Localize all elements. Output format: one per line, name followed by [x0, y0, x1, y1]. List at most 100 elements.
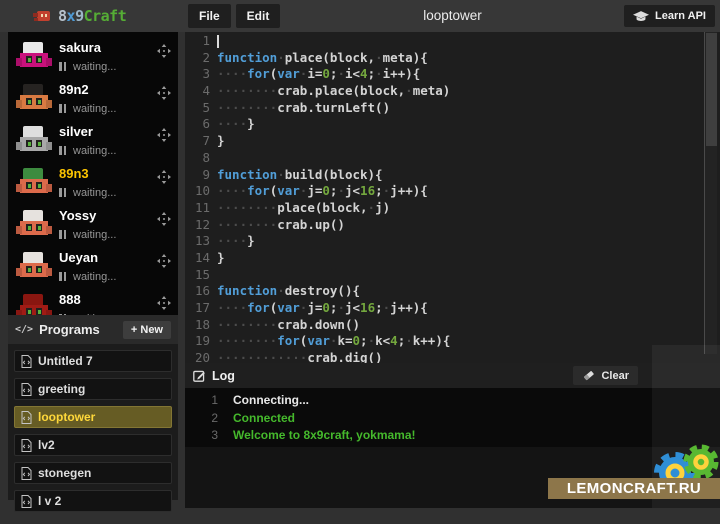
player-row[interactable]: Ueyan waiting... — [8, 247, 178, 289]
code-line-content: ····} — [217, 233, 255, 250]
program-item[interactable]: l v 2 — [14, 490, 172, 512]
log-header: Log Clear — [185, 363, 720, 388]
log-line: 3 Welcome to 8x9craft, yokmama! — [185, 427, 720, 445]
move-icon[interactable] — [157, 212, 171, 226]
player-status-text: waiting... — [73, 145, 116, 157]
player-row[interactable]: 89n2 waiting... — [8, 79, 178, 121]
line-number: 7 — [185, 133, 210, 150]
move-icon[interactable] — [157, 128, 171, 142]
program-item[interactable]: greeting — [14, 378, 172, 400]
program-item-label: greeting — [38, 382, 85, 396]
player-row[interactable]: silver waiting... — [8, 121, 178, 163]
players-list: sakura waiting... 89n2 waiting... — [8, 32, 178, 315]
code-line[interactable]: 13 ····} — [185, 233, 720, 250]
clear-log-button[interactable]: Clear — [573, 366, 638, 385]
code-line[interactable]: 20 ············crab.dig() — [185, 350, 720, 363]
program-file-icon — [21, 467, 32, 480]
code-line[interactable]: 8 — [185, 150, 720, 167]
program-item[interactable]: stonegen — [14, 462, 172, 484]
code-line[interactable]: 16 function·destroy(){ — [185, 283, 720, 300]
code-line[interactable]: 3 ····for(var·i=0;·i<4;·i++){ — [185, 66, 720, 83]
code-line[interactable]: 17 ····for(var·j=0;·j<16;·j++){ — [185, 300, 720, 317]
line-number: 15 — [185, 267, 210, 284]
player-status: waiting... — [59, 100, 116, 118]
green-gear-icon — [687, 448, 715, 476]
code-line[interactable]: 4 ········crab.place(block,·meta) — [185, 83, 720, 100]
code-line[interactable]: 14 } — [185, 250, 720, 267]
code-line-content: function·destroy(){ — [217, 283, 360, 300]
move-icon[interactable] — [157, 296, 171, 310]
player-name: Ueyan — [59, 250, 98, 265]
pause-icon — [59, 226, 68, 244]
pause-icon — [59, 100, 68, 118]
pause-icon — [59, 142, 68, 160]
code-editor[interactable]: 1 2 function·place(block,·meta){ 3 ····f… — [185, 32, 720, 363]
player-status-text: waiting... — [73, 229, 116, 241]
learn-api-button[interactable]: Learn API — [624, 5, 715, 27]
line-number: 1 — [185, 33, 210, 50]
top-bar: 8x9Craft File Edit looptower Learn API — [0, 0, 720, 32]
line-number: 2 — [185, 50, 210, 67]
code-line-content: function·place(block,·meta){ — [217, 50, 428, 67]
text-cursor — [217, 35, 219, 48]
player-row[interactable]: Yossy waiting... — [8, 205, 178, 247]
player-status-text: waiting... — [73, 271, 116, 283]
code-line[interactable]: 10 ····for(var·j=0;·j<16;·j++){ — [185, 183, 720, 200]
program-item-label: l v 2 — [38, 494, 61, 508]
line-number: 11 — [185, 200, 210, 217]
program-item[interactable]: lv2 — [14, 434, 172, 456]
player-status-text: waiting... — [73, 61, 116, 73]
learn-api-label: Learn API — [655, 10, 706, 22]
programs-panel: </> Programs + New Untitled 7 greeting l… — [8, 315, 178, 500]
program-item[interactable]: looptower — [14, 406, 172, 428]
code-line[interactable]: 19 ········for(var·k=0;·k<4;·k++){ — [185, 333, 720, 350]
program-item[interactable]: Untitled 7 — [14, 350, 172, 372]
code-line[interactable]: 2 function·place(block,·meta){ — [185, 50, 720, 67]
line-number: 8 — [185, 150, 210, 167]
move-icon[interactable] — [157, 44, 171, 58]
scrollbar-thumb[interactable] — [706, 33, 717, 146]
code-line[interactable]: 12 ········crab.up() — [185, 217, 720, 234]
player-avatar — [16, 294, 52, 315]
player-avatar — [16, 168, 52, 198]
line-number: 13 — [185, 233, 210, 250]
player-row[interactable]: 89n3 waiting... — [8, 163, 178, 205]
log-line: 2 Connected — [185, 410, 720, 428]
player-avatar — [16, 42, 52, 72]
log-line-number: 2 — [185, 410, 218, 428]
new-program-button[interactable]: + New — [123, 321, 171, 339]
player-row[interactable]: sakura waiting... — [8, 37, 178, 79]
code-line[interactable]: 18 ········crab.down() — [185, 317, 720, 334]
move-icon[interactable] — [157, 86, 171, 100]
editor-scrollbar[interactable] — [704, 32, 717, 354]
line-number: 16 — [185, 283, 210, 300]
code-line-content: ····} — [217, 116, 255, 133]
log-line-number: 3 — [185, 427, 218, 445]
move-icon[interactable] — [157, 170, 171, 184]
program-file-icon — [21, 495, 32, 508]
code-line-content: ········crab.turnLeft() — [217, 100, 390, 117]
log-title: Log — [212, 369, 235, 383]
line-number: 6 — [185, 116, 210, 133]
player-status: waiting... — [59, 142, 116, 160]
code-line-content: ············crab.dig() — [217, 350, 383, 363]
app-logo-part: 9 — [75, 7, 84, 25]
code-line[interactable]: 7 } — [185, 133, 720, 150]
code-line[interactable]: 1 — [185, 33, 720, 50]
move-icon[interactable] — [157, 254, 171, 268]
player-status-text: waiting... — [73, 103, 116, 115]
code-line[interactable]: 5 ········crab.turnLeft() — [185, 100, 720, 117]
code-line[interactable]: 9 function·build(block){ — [185, 167, 720, 184]
code-line-content: ········crab.down() — [217, 317, 360, 334]
programs-title: Programs — [39, 322, 100, 337]
player-avatar — [16, 84, 52, 114]
watermark-banner: LEMONCRAFT.RU — [548, 478, 720, 499]
code-line[interactable]: 6 ····} — [185, 116, 720, 133]
player-row[interactable]: 888 waiting... — [8, 289, 178, 315]
player-name: Yossy — [59, 208, 96, 223]
watermark-text: LEMONCRAFT.RU — [567, 480, 701, 497]
code-line[interactable]: 11 ········place(block,·j) — [185, 200, 720, 217]
code-line[interactable]: 15 — [185, 267, 720, 284]
program-file-icon — [21, 439, 32, 452]
log-list: 1 Connecting... 2 Connected 3 Welcome to… — [185, 388, 720, 447]
